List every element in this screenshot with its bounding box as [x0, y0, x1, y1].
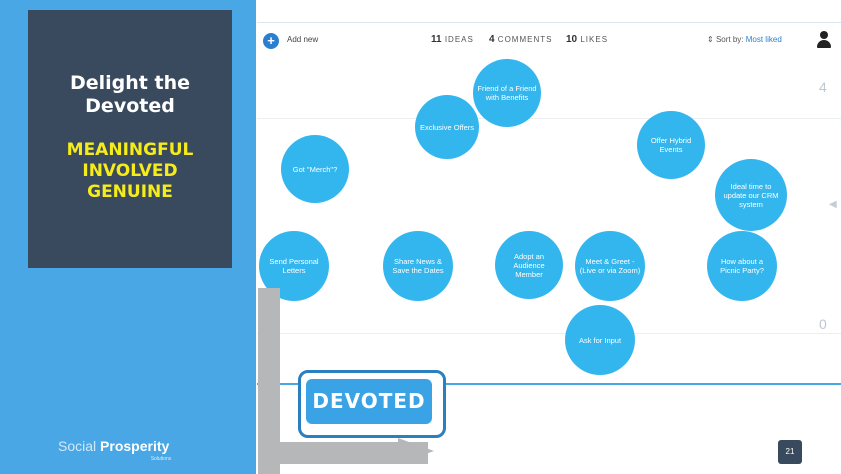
keyword-genuine: GENUINE — [87, 182, 173, 202]
idea-bubble[interactable]: Got "Merch"? — [281, 135, 349, 203]
idea-bubble[interactable]: How about a Picnic Party? — [707, 231, 777, 301]
likes-stat: 10 LIKES — [566, 34, 608, 45]
ideas-board: + Add new 11 IDEAS 4 COMMENTS 10 LIKES ⇕… — [257, 22, 841, 385]
idea-bubble[interactable]: Ideal time to update our CRM system — [715, 159, 787, 231]
idea-bubble[interactable]: Offer Hybrid Events — [637, 111, 705, 179]
add-new-button[interactable]: Add new — [287, 35, 318, 44]
brand-tagline: Solutions — [150, 456, 172, 462]
title-panel: Delight the Devoted MEANINGFUL INVOLVED … — [28, 10, 232, 268]
user-icon[interactable] — [817, 31, 831, 49]
axis-top-label: 4 — [819, 79, 827, 95]
devoted-badge: DEVOTED — [298, 370, 446, 438]
page-number: 21 — [778, 440, 802, 464]
idea-bubble[interactable]: Adopt an Audience Member — [495, 231, 563, 299]
gridline — [257, 333, 841, 334]
slide-title: Delight the Devoted — [69, 72, 190, 117]
add-icon[interactable]: + — [263, 33, 279, 49]
sort-icon: ⇕ — [707, 35, 714, 44]
likes-label: LIKES — [580, 35, 609, 44]
keyword-meaningful: MEANINGFUL — [66, 140, 194, 160]
comments-stat: 4 COMMENTS — [489, 34, 552, 45]
likes-count: 10 — [566, 34, 578, 45]
brand-part-1: Social — [58, 438, 101, 454]
sort-value[interactable]: Most liked — [746, 35, 782, 44]
brand-logo: Social Prosperity Solutions — [58, 438, 171, 462]
idea-bubble[interactable]: Friend of a Friend with Benefits — [473, 59, 541, 127]
keyword-involved: INVOLVED — [82, 161, 178, 181]
chevron-left-icon[interactable]: ◀ — [829, 199, 837, 210]
arrow-right-icon — [398, 438, 434, 464]
sort-label: Sort by: — [715, 35, 744, 44]
idea-bubble[interactable]: Meet & Greet - (Live or via Zoom) — [575, 231, 645, 301]
idea-bubble[interactable]: Ask for Input — [565, 305, 635, 375]
idea-bubble[interactable]: Share News & Save the Dates — [383, 231, 453, 301]
board-toolbar: + Add new 11 IDEAS 4 COMMENTS 10 LIKES ⇕… — [257, 23, 841, 57]
comments-label: COMMENTS — [497, 35, 553, 44]
devoted-label: DEVOTED — [306, 379, 432, 424]
sort-control[interactable]: ⇕ Sort by: Most liked — [707, 35, 782, 44]
idea-bubble[interactable]: Exclusive Offers — [415, 95, 479, 159]
brand-part-2: Prosperity — [100, 438, 170, 454]
gridline — [257, 118, 841, 119]
ideas-label: IDEAS — [444, 35, 474, 44]
ideas-count: 11 — [431, 34, 442, 45]
axis-bottom-label: 0 — [819, 316, 827, 332]
comments-count: 4 — [489, 34, 495, 45]
ideas-stat: 11 IDEAS — [431, 34, 474, 45]
